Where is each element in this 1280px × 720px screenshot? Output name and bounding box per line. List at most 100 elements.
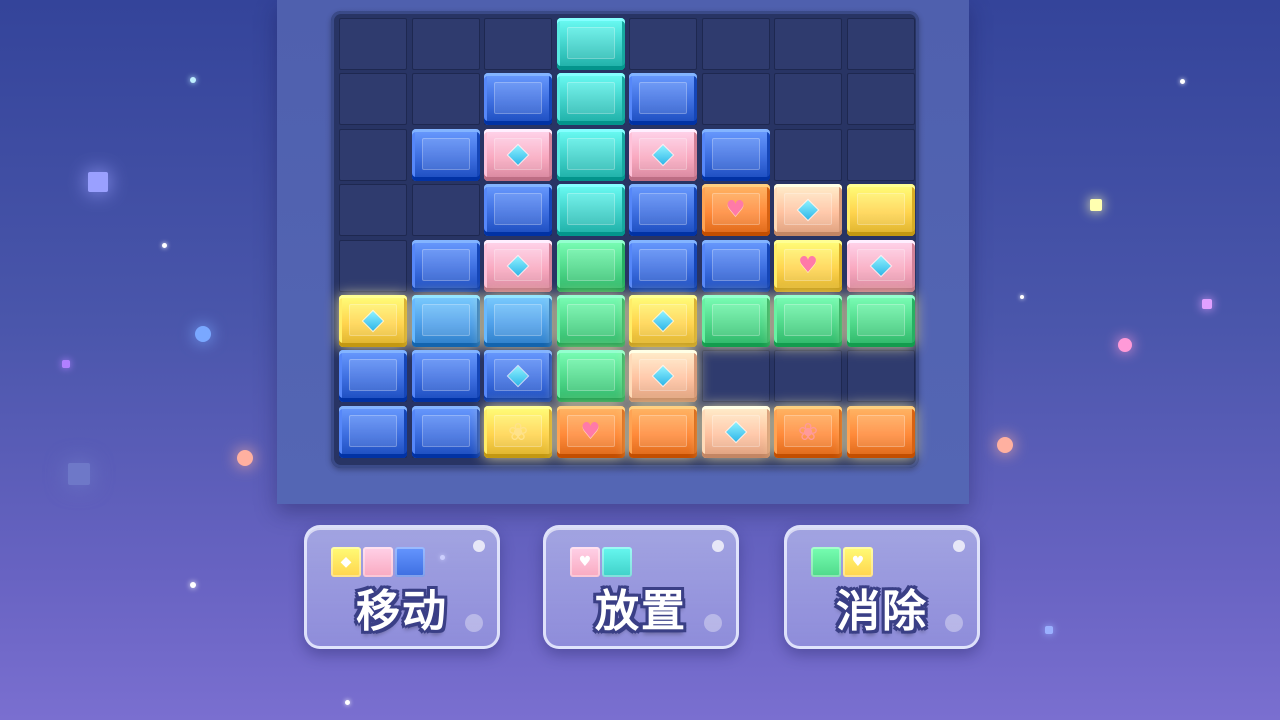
lightblue-block[interactable]	[484, 295, 552, 347]
board-cell[interactable]	[339, 128, 407, 181]
flower-gem-icon: ❀	[797, 417, 819, 446]
clear-button-label: 消除	[836, 586, 928, 637]
move-button[interactable]: ◆ 移动	[304, 525, 500, 649]
sparkle-icon	[1180, 79, 1185, 84]
blue-block[interactable]	[339, 350, 407, 403]
green-block[interactable]	[556, 295, 625, 347]
green-block[interactable]	[556, 350, 625, 403]
place-button-label: 放置	[595, 586, 687, 637]
pink-block[interactable]	[484, 128, 552, 181]
orange-block[interactable]: ❀	[774, 405, 842, 458]
board-cell[interactable]	[774, 73, 842, 126]
heart-gem-icon: ♥	[580, 418, 601, 444]
sparkle-icon	[68, 463, 90, 485]
peach-block[interactable]	[774, 184, 842, 237]
board-cell[interactable]	[774, 18, 842, 70]
yellow-block[interactable]	[629, 295, 697, 347]
green-block[interactable]	[774, 295, 842, 347]
green-block[interactable]	[846, 295, 915, 347]
blue-block[interactable]	[484, 184, 552, 237]
sparkle-icon	[62, 360, 70, 368]
blue-block[interactable]	[411, 128, 480, 181]
teal-block[interactable]	[556, 128, 625, 181]
place-button[interactable]: ♥ 放置	[543, 525, 739, 649]
diamond-gem-icon	[363, 311, 383, 331]
board-cell[interactable]	[339, 184, 407, 237]
diamond-gem-icon	[870, 255, 891, 276]
teal-block[interactable]	[556, 73, 625, 126]
board-cell[interactable]	[339, 239, 407, 292]
orange-block[interactable]: ♥	[556, 405, 625, 458]
sparkle-icon	[162, 243, 167, 248]
heart-icon: ♥	[578, 554, 592, 570]
diamond-gem-icon	[653, 366, 673, 387]
diamond-gem-icon	[798, 200, 818, 221]
diamond-gem-icon	[508, 366, 528, 387]
pink-block[interactable]	[484, 239, 552, 292]
board-cell[interactable]	[339, 73, 407, 126]
blue-block[interactable]	[411, 350, 480, 403]
clear-button[interactable]: ♥ 消除	[784, 525, 980, 649]
sparkle-icon	[195, 326, 211, 342]
yellow-block[interactable]	[339, 295, 407, 347]
blue-block[interactable]	[629, 239, 697, 292]
game-board[interactable]: ♥ ♥ ❀ ♥ ❀	[331, 11, 919, 468]
board-cell[interactable]	[701, 350, 770, 403]
orange-block[interactable]	[629, 405, 697, 458]
yellow-block[interactable]: ❀	[484, 405, 552, 458]
blue-block[interactable]	[484, 350, 552, 403]
green-block[interactable]	[556, 239, 625, 292]
sparkle-icon	[997, 437, 1013, 453]
blue-block[interactable]	[629, 184, 697, 237]
board-cell[interactable]	[484, 18, 552, 70]
blue-block[interactable]	[701, 239, 770, 292]
blue-block[interactable]	[629, 73, 697, 126]
blue-block[interactable]	[484, 73, 552, 126]
diamond-icon: ◆	[340, 554, 352, 570]
board-cell[interactable]	[411, 18, 480, 70]
board-cell[interactable]	[701, 18, 770, 70]
yellow-block[interactable]: ♥	[774, 239, 842, 292]
board-cell[interactable]	[846, 18, 915, 70]
blue-block[interactable]	[411, 405, 480, 458]
pink-block[interactable]	[846, 239, 915, 292]
button-dot-icon	[953, 540, 965, 552]
blue-block[interactable]	[411, 239, 480, 292]
blue-block[interactable]	[339, 405, 407, 458]
diamond-gem-icon	[508, 144, 528, 165]
diamond-gem-icon	[653, 311, 673, 331]
orange-block[interactable]	[846, 405, 915, 458]
peach-block[interactable]	[701, 405, 770, 458]
button-dot-icon	[712, 540, 724, 552]
board-cell[interactable]	[774, 350, 842, 403]
board-cell[interactable]	[774, 128, 842, 181]
board-cell[interactable]	[846, 73, 915, 126]
yellow-block[interactable]	[846, 184, 915, 237]
green-block[interactable]	[701, 295, 770, 347]
sparkle-icon	[190, 582, 196, 588]
peach-block[interactable]	[629, 350, 697, 403]
diamond-gem-icon	[508, 255, 528, 276]
board-cell[interactable]	[846, 128, 915, 181]
orange-block[interactable]: ♥	[701, 184, 770, 237]
lightblue-block[interactable]	[411, 295, 480, 347]
board-cell[interactable]	[846, 350, 915, 403]
pink-mini-block-icon	[363, 547, 393, 577]
teal-mini-block-icon	[602, 547, 632, 577]
teal-block[interactable]	[556, 184, 625, 237]
board-cell[interactable]	[411, 184, 480, 237]
board-cell[interactable]	[411, 73, 480, 126]
flower-gem-icon: ❀	[507, 417, 529, 446]
sparkle-icon	[190, 77, 196, 83]
button-dot-icon	[473, 540, 485, 552]
pink-mini-block-icon: ♥	[570, 547, 600, 577]
board-cell[interactable]	[629, 18, 697, 70]
blue-mini-block-icon	[395, 547, 425, 577]
pink-block[interactable]	[629, 128, 697, 181]
board-cell[interactable]	[701, 73, 770, 126]
diamond-gem-icon	[653, 144, 673, 165]
sparkle-icon	[1118, 338, 1132, 352]
board-cell[interactable]	[339, 18, 407, 70]
teal-block[interactable]	[556, 18, 625, 70]
blue-block[interactable]	[701, 128, 770, 181]
